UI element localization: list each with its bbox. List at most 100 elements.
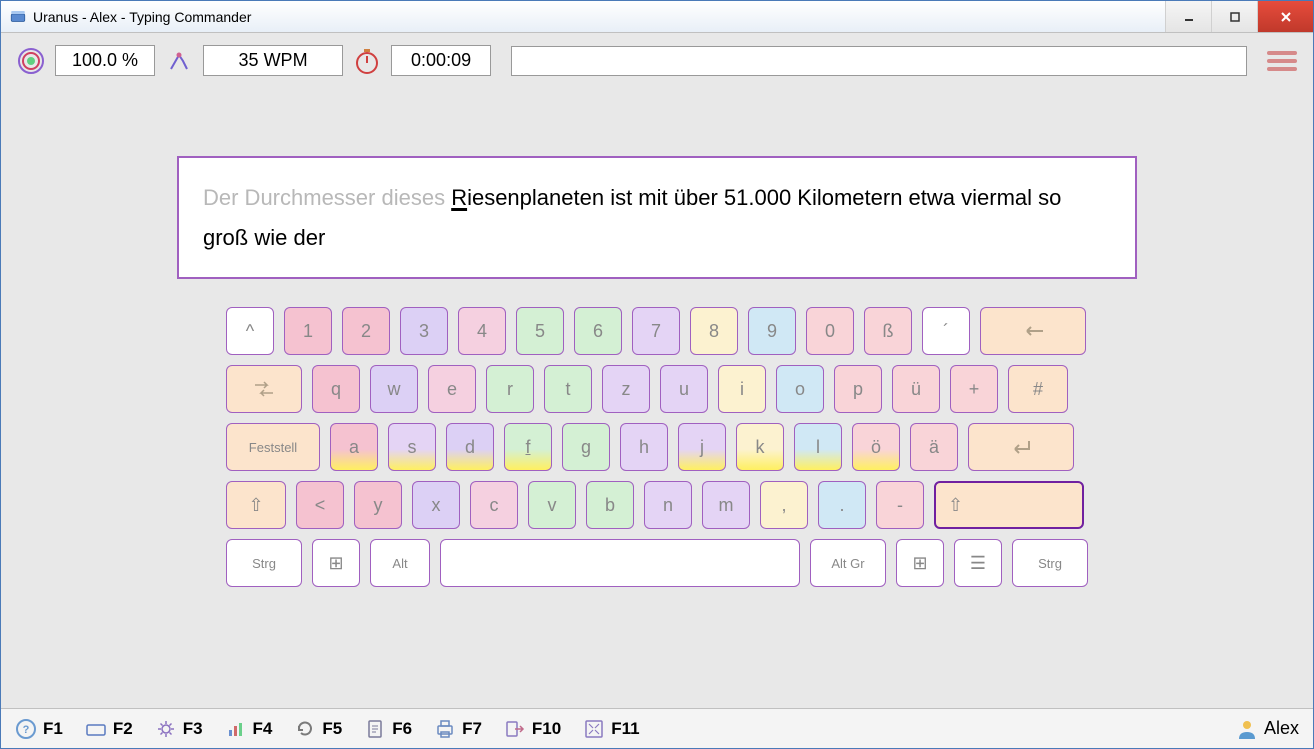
time-icon bbox=[353, 47, 381, 75]
key-menu[interactable]: ☰ bbox=[954, 539, 1002, 587]
key-3[interactable]: 3 bbox=[400, 307, 448, 355]
key-y[interactable]: y bbox=[354, 481, 402, 529]
fkey-f5[interactable]: F5 bbox=[294, 718, 342, 740]
keyboard-icon bbox=[85, 718, 107, 740]
key-r[interactable]: r bbox=[486, 365, 534, 413]
fkey-f10[interactable]: F10 bbox=[504, 718, 561, 740]
footer-bar: ?F1 F2 F3 F4 F5 F6 F7 F10 F11 Alex bbox=[1, 708, 1313, 748]
key-space[interactable] bbox=[440, 539, 800, 587]
maximize-button[interactable] bbox=[1211, 1, 1257, 32]
key-c[interactable]: c bbox=[470, 481, 518, 529]
key-o[interactable]: o bbox=[776, 365, 824, 413]
fkey-f3[interactable]: F3 bbox=[155, 718, 203, 740]
windows-icon: ⊞ bbox=[912, 553, 927, 574]
key-s[interactable]: s bbox=[388, 423, 436, 471]
key-5[interactable]: 5 bbox=[516, 307, 564, 355]
user-icon bbox=[1236, 718, 1258, 740]
key-4[interactable]: 4 bbox=[458, 307, 506, 355]
svg-text:?: ? bbox=[23, 724, 30, 736]
key-g[interactable]: g bbox=[562, 423, 610, 471]
key-f[interactable]: f bbox=[504, 423, 552, 471]
stats-bar: 100.0 % 35 WPM 0:00:09 bbox=[17, 45, 1297, 76]
key-w[interactable]: w bbox=[370, 365, 418, 413]
key-lt[interactable]: < bbox=[296, 481, 344, 529]
key-b[interactable]: b bbox=[586, 481, 634, 529]
key-acute[interactable]: ´ bbox=[922, 307, 970, 355]
key-comma[interactable]: , bbox=[760, 481, 808, 529]
key-7[interactable]: 7 bbox=[632, 307, 680, 355]
key-i[interactable]: i bbox=[718, 365, 766, 413]
key-6[interactable]: 6 bbox=[574, 307, 622, 355]
key-enter[interactable] bbox=[968, 423, 1074, 471]
document-icon bbox=[364, 718, 386, 740]
key-2[interactable]: 2 bbox=[342, 307, 390, 355]
fkey-f4[interactable]: F4 bbox=[225, 718, 273, 740]
key-alt-left[interactable]: Alt bbox=[370, 539, 430, 587]
key-n[interactable]: n bbox=[644, 481, 692, 529]
key-z[interactable]: z bbox=[602, 365, 650, 413]
speed-icon bbox=[165, 47, 193, 75]
key-9[interactable]: 9 bbox=[748, 307, 796, 355]
refresh-icon bbox=[294, 718, 316, 740]
key-q[interactable]: q bbox=[312, 365, 360, 413]
key-ctrl-left[interactable]: Strg bbox=[226, 539, 302, 587]
key-v[interactable]: v bbox=[528, 481, 576, 529]
key-ae[interactable]: ä bbox=[910, 423, 958, 471]
fkey-f7[interactable]: F7 bbox=[434, 718, 482, 740]
tab-icon bbox=[253, 380, 275, 398]
key-tab[interactable] bbox=[226, 365, 302, 413]
key-altgr[interactable]: Alt Gr bbox=[810, 539, 886, 587]
shift-icon: ⇧ bbox=[248, 495, 263, 516]
key-k[interactable]: k bbox=[736, 423, 784, 471]
key-d[interactable]: d bbox=[446, 423, 494, 471]
cursor-char: R bbox=[451, 185, 467, 210]
key-win-right[interactable]: ⊞ bbox=[896, 539, 944, 587]
key-ue[interactable]: ü bbox=[892, 365, 940, 413]
key-e[interactable]: e bbox=[428, 365, 476, 413]
key-p[interactable]: p bbox=[834, 365, 882, 413]
key-capslock[interactable]: Feststell bbox=[226, 423, 320, 471]
key-hash[interactable]: # bbox=[1008, 365, 1068, 413]
key-h[interactable]: h bbox=[620, 423, 668, 471]
key-shift-left[interactable]: ⇧ bbox=[226, 481, 286, 529]
key-dash[interactable]: - bbox=[876, 481, 924, 529]
windows-icon: ⊞ bbox=[328, 553, 343, 574]
fkey-f2[interactable]: F2 bbox=[85, 718, 133, 740]
typing-text-panel: Der Durchmesser dieses Riesenplaneten is… bbox=[177, 156, 1137, 279]
key-t[interactable]: t bbox=[544, 365, 592, 413]
key-backspace[interactable] bbox=[980, 307, 1086, 355]
key-l[interactable]: l bbox=[794, 423, 842, 471]
key-period[interactable]: . bbox=[818, 481, 866, 529]
fkey-f6[interactable]: F6 bbox=[364, 718, 412, 740]
key-sz[interactable]: ß bbox=[864, 307, 912, 355]
fkey-f11[interactable]: F11 bbox=[583, 718, 639, 740]
key-plus[interactable]: + bbox=[950, 365, 998, 413]
keyboard-row-5: Strg ⊞ Alt Alt Gr ⊞ ☰ Strg bbox=[226, 539, 1088, 587]
key-j[interactable]: j bbox=[678, 423, 726, 471]
key-oe[interactable]: ö bbox=[852, 423, 900, 471]
close-button[interactable] bbox=[1257, 1, 1313, 32]
accuracy-icon bbox=[17, 47, 45, 75]
shift-icon: ⇧ bbox=[948, 495, 963, 516]
fkey-f1[interactable]: ?F1 bbox=[15, 718, 63, 740]
key-u[interactable]: u bbox=[660, 365, 708, 413]
titlebar[interactable]: Uranus - Alex - Typing Commander bbox=[1, 1, 1313, 33]
key-1[interactable]: 1 bbox=[284, 307, 332, 355]
key-ctrl-right[interactable]: Strg bbox=[1012, 539, 1088, 587]
key-a[interactable]: a bbox=[330, 423, 378, 471]
fullscreen-icon bbox=[583, 718, 605, 740]
keyboard-row-3: Feststell a s d f g h j k l ö ä bbox=[226, 423, 1088, 471]
content-area: 100.0 % 35 WPM 0:00:09 Der Durchmesser d… bbox=[1, 33, 1313, 708]
user-label[interactable]: Alex bbox=[1236, 718, 1299, 740]
minimize-button[interactable] bbox=[1165, 1, 1211, 32]
app-window: Uranus - Alex - Typing Commander 100.0 %… bbox=[0, 0, 1314, 749]
key-0[interactable]: 0 bbox=[806, 307, 854, 355]
menu-button[interactable] bbox=[1267, 49, 1297, 73]
key-x[interactable]: x bbox=[412, 481, 460, 529]
key-shift-right[interactable]: ⇧ bbox=[934, 481, 1084, 529]
key-caret[interactable]: ^ bbox=[226, 307, 274, 355]
key-m[interactable]: m bbox=[702, 481, 750, 529]
key-8[interactable]: 8 bbox=[690, 307, 738, 355]
progress-bar bbox=[511, 46, 1247, 76]
key-win-left[interactable]: ⊞ bbox=[312, 539, 360, 587]
